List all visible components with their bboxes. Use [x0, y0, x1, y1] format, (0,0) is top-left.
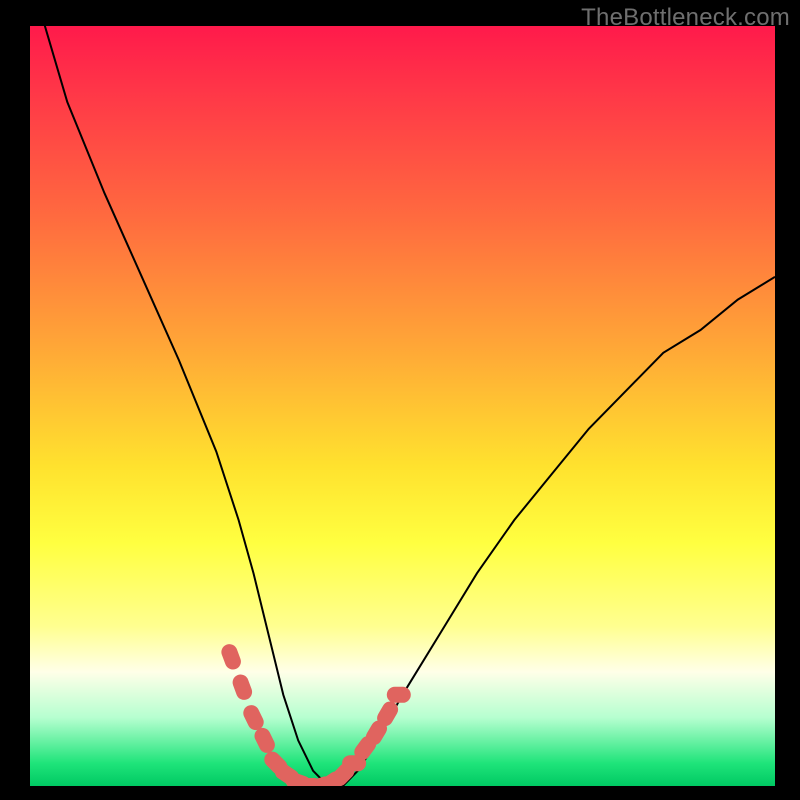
highlight-dot	[241, 683, 245, 692]
bottleneck-curve	[30, 26, 775, 786]
highlight-dot	[385, 710, 390, 719]
highlight-dot	[229, 652, 233, 661]
highlight-dot	[374, 729, 379, 738]
chart-svg	[30, 26, 775, 786]
highlight-dot	[263, 736, 267, 745]
chart-frame: TheBottleneck.com	[0, 0, 800, 800]
highlight-dot	[339, 771, 346, 778]
highlight-dots	[229, 652, 402, 786]
plot-area	[30, 26, 775, 786]
watermark-text: TheBottleneck.com	[581, 4, 790, 32]
highlight-dot	[362, 744, 368, 752]
highlight-dot	[251, 713, 255, 722]
